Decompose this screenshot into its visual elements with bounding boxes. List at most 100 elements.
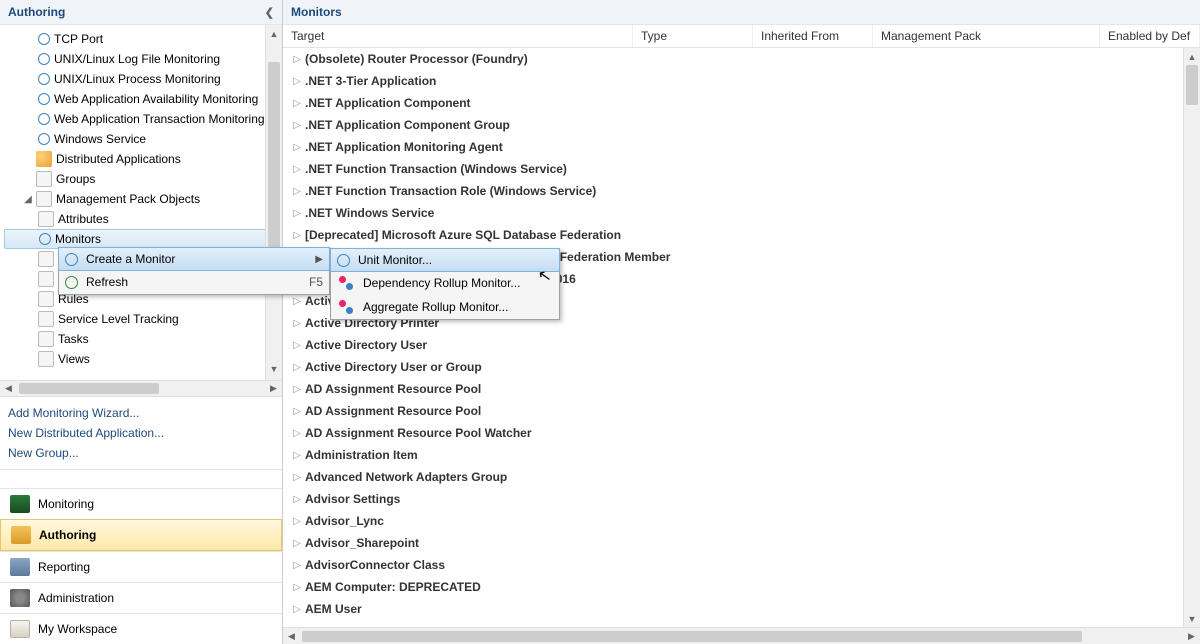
expand-icon[interactable]: ▷	[289, 120, 305, 131]
tree-item-mpo[interactable]: ◢Management Pack Objects	[0, 189, 282, 209]
scroll-right-icon[interactable]: ▶	[265, 383, 282, 394]
table-row[interactable]: ▷.NET 3-Tier Application	[283, 70, 1200, 92]
expand-icon[interactable]: ▷	[289, 538, 305, 549]
scroll-track[interactable]	[300, 631, 1183, 642]
expand-icon[interactable]: ▷	[289, 406, 305, 417]
expand-icon[interactable]: ▷	[289, 54, 305, 65]
new-distributed-app-link[interactable]: New Distributed Application...	[8, 423, 274, 443]
table-row[interactable]: ▷Advisor Settings	[283, 488, 1200, 510]
scroll-thumb[interactable]	[1186, 65, 1198, 105]
table-row[interactable]: ▷.NET Application Component	[283, 92, 1200, 114]
table-row[interactable]: ▷Advanced Network Adapters Group	[283, 466, 1200, 488]
tree-item[interactable]: Web Application Availability Monitoring	[0, 89, 282, 109]
add-monitoring-wizard-link[interactable]: Add Monitoring Wizard...	[8, 403, 274, 423]
scroll-thumb[interactable]	[19, 383, 159, 394]
scroll-left-icon[interactable]: ◀	[0, 383, 17, 394]
expand-icon[interactable]: ▷	[289, 208, 305, 219]
expand-icon[interactable]: ▷	[289, 164, 305, 175]
expand-icon[interactable]: ▷	[289, 384, 305, 395]
tree-item[interactable]: Web Application Transaction Monitoring	[0, 109, 282, 129]
table-row[interactable]: ▷.NET Windows Service	[283, 202, 1200, 224]
tree-item-attributes[interactable]: Attributes	[0, 209, 282, 229]
col-inherited[interactable]: Inherited From	[753, 25, 873, 47]
table-row[interactable]: ▷.NET Function Transaction (Windows Serv…	[283, 158, 1200, 180]
tree-item[interactable]: TCP Port	[0, 29, 282, 49]
table-row[interactable]: ▷.NET Application Component Group	[283, 114, 1200, 136]
expand-icon[interactable]: ▷	[289, 582, 305, 593]
tree-item-groups[interactable]: Groups	[0, 169, 282, 189]
expand-icon[interactable]: ▷	[289, 76, 305, 87]
nav-workspace[interactable]: My Workspace	[0, 613, 282, 644]
table-row[interactable]: ▷Active Directory User or Group	[283, 356, 1200, 378]
table-row[interactable]: ▷Advisor_Sharepoint	[283, 532, 1200, 554]
expand-icon[interactable]: ▷	[289, 340, 305, 351]
tree-hscrollbar[interactable]: ◀ ▶	[0, 380, 282, 397]
table-row[interactable]: ▷AD Assignment Resource Pool Watcher	[283, 422, 1200, 444]
col-type[interactable]: Type	[633, 25, 753, 47]
table-row[interactable]: ▷Advisor_Lync	[283, 510, 1200, 532]
expand-icon[interactable]: ▷	[289, 230, 305, 241]
scroll-right-icon[interactable]: ▶	[1183, 631, 1200, 642]
table-row[interactable]: ▷(Obsolete) Router Processor (Foundry)	[283, 48, 1200, 70]
scroll-left-icon[interactable]: ◀	[283, 631, 300, 642]
tree-item[interactable]: Service Level Tracking	[0, 309, 282, 329]
ctx-create-monitor[interactable]: Create a Monitor ▶	[58, 247, 330, 271]
scroll-up-icon[interactable]: ▲	[266, 25, 282, 42]
table-row[interactable]: ▷AdvisorConnector Class	[283, 554, 1200, 576]
expand-icon[interactable]: ▷	[289, 450, 305, 461]
col-target[interactable]: Target	[283, 25, 633, 47]
table-row[interactable]: ▷.NET Application Monitoring Agent	[283, 136, 1200, 158]
expand-icon[interactable]: ▷	[289, 296, 305, 307]
expand-icon[interactable]: ▷	[289, 142, 305, 153]
table-row[interactable]: ▷AD Assignment Resource Pool	[283, 378, 1200, 400]
col-mgmtpack[interactable]: Management Pack	[873, 25, 1100, 47]
nav-reporting[interactable]: Reporting	[0, 551, 282, 582]
tree-item-distributed[interactable]: Distributed Applications	[0, 149, 282, 169]
ctx-dependency-rollup[interactable]: Dependency Rollup Monitor...	[331, 271, 559, 295]
expand-icon[interactable]: ▷	[289, 472, 305, 483]
nav-monitoring[interactable]: Monitoring	[0, 488, 282, 519]
table-row[interactable]: ▷AEM Computer: DEPRECATED	[283, 576, 1200, 598]
expand-icon[interactable]: ▷	[289, 186, 305, 197]
expand-icon[interactable]: ▷	[289, 362, 305, 373]
ctx-aggregate-rollup[interactable]: Aggregate Rollup Monitor...	[331, 295, 559, 319]
tree-item[interactable]: UNIX/Linux Process Monitoring	[0, 69, 282, 89]
new-group-link[interactable]: New Group...	[8, 443, 274, 463]
table-row[interactable]: ▷Active Directory User	[283, 334, 1200, 356]
tree-vscrollbar[interactable]: ▲ ▼	[265, 25, 282, 380]
expand-icon[interactable]: ▷	[289, 560, 305, 571]
expand-icon[interactable]: ▷	[289, 318, 305, 329]
tree-item[interactable]: UNIX/Linux Log File Monitoring	[0, 49, 282, 69]
tree-item[interactable]: Windows Service	[0, 129, 282, 149]
scroll-down-icon[interactable]: ▼	[266, 360, 282, 377]
scroll-track[interactable]	[1184, 65, 1200, 610]
col-enabled[interactable]: Enabled by Def	[1100, 25, 1200, 47]
table-row[interactable]: ▷[Deprecated] Microsoft Azure SQL Databa…	[283, 224, 1200, 246]
scroll-track[interactable]	[266, 42, 282, 360]
scroll-thumb[interactable]	[302, 631, 1082, 642]
ctx-unit-monitor[interactable]: Unit Monitor...	[330, 248, 560, 272]
scroll-down-icon[interactable]: ▼	[1184, 610, 1200, 627]
nav-administration[interactable]: Administration	[0, 582, 282, 613]
grid-vscrollbar[interactable]: ▲ ▼	[1183, 48, 1200, 627]
scroll-up-icon[interactable]: ▲	[1184, 48, 1200, 65]
expand-icon[interactable]: ▷	[289, 494, 305, 505]
expand-icon[interactable]: ▷	[289, 428, 305, 439]
tree-item-monitors[interactable]: Monitors	[4, 229, 278, 249]
grid-hscrollbar[interactable]: ◀ ▶	[283, 627, 1200, 644]
ctx-refresh[interactable]: Refresh F5	[59, 270, 329, 294]
expand-icon[interactable]: ▷	[289, 604, 305, 615]
tree-item-views[interactable]: Views	[0, 349, 282, 369]
table-row[interactable]: ▷Administration Item	[283, 444, 1200, 466]
nav-authoring[interactable]: Authoring	[0, 519, 282, 551]
scroll-thumb[interactable]	[268, 62, 280, 262]
monitor-icon	[38, 93, 50, 105]
expand-icon[interactable]: ▷	[289, 516, 305, 527]
collapse-icon[interactable]: ❮	[265, 6, 274, 19]
table-row[interactable]: ▷AEM User	[283, 598, 1200, 620]
expand-icon[interactable]: ▷	[289, 98, 305, 109]
table-row[interactable]: ▷.NET Function Transaction Role (Windows…	[283, 180, 1200, 202]
tree-item-tasks[interactable]: Tasks	[0, 329, 282, 349]
table-row[interactable]: ▷AD Assignment Resource Pool	[283, 400, 1200, 422]
expander-icon[interactable]: ◢	[22, 194, 34, 205]
